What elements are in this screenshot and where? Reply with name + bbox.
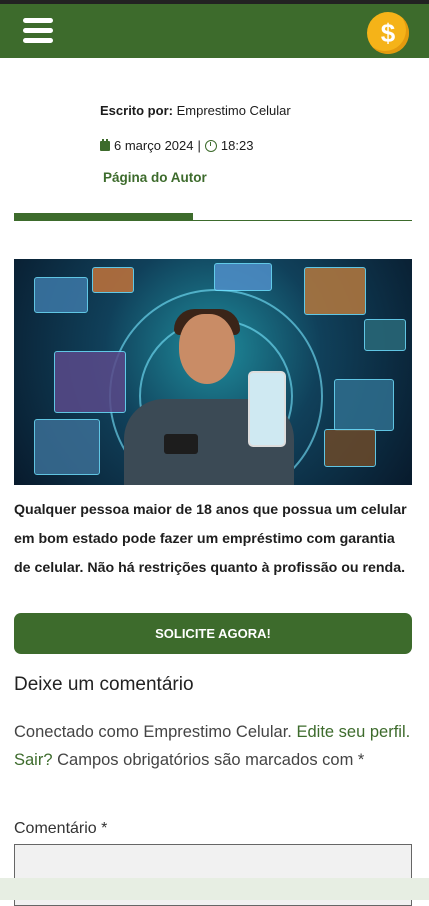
comment-field-label: Comentário * [14,820,108,837]
calendar-icon [100,138,110,151]
comment-section-title: Deixe um comentário [14,674,194,695]
logged-in-notice: Conectado como Emprestimo Celular. Edite… [14,718,414,774]
top-header: $ [0,4,429,58]
dollar-coin-icon[interactable]: $ [367,12,409,54]
author-name: Emprestimo Celular [176,103,291,118]
article-paragraph: Qualquer pessoa maior de 18 anos que pos… [14,502,407,576]
post-date: 6 março 2024 [114,138,194,153]
author-label: Escrito por: [100,103,173,118]
bottom-bar [0,878,429,900]
menu-icon[interactable] [23,18,53,46]
apply-now-button[interactable]: SOLICITE AGORA! [14,613,412,654]
logged-in-prefix: Conectado como Emprestimo Celular. [14,723,297,741]
meta-separator: | [197,138,201,153]
logout-link[interactable]: Sair? [14,751,53,769]
hero-image [14,259,412,485]
post-time: 18:23 [220,138,254,153]
clock-icon [204,139,217,152]
reading-progress-fill [14,213,193,221]
author-page-link[interactable]: Página do Autor [103,170,207,185]
required-fields-note: Campos obrigatórios são marcados com * [52,751,365,769]
author-meta: Escrito por: Emprestimo Celular 6 março … [100,103,291,153]
edit-profile-link[interactable]: Edite seu perfil. [296,723,410,741]
